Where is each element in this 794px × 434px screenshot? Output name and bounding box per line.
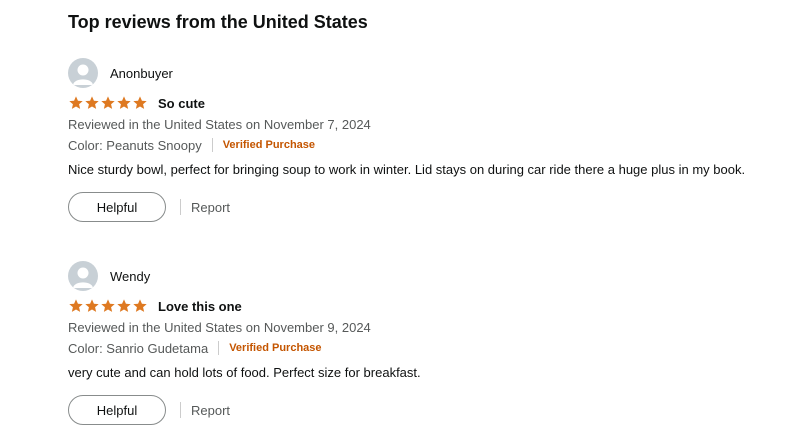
review-body: Nice sturdy bowl, perfect for bringing s…	[68, 162, 746, 177]
star-icon	[69, 299, 83, 312]
review-body: very cute and can hold lots of food. Per…	[68, 365, 421, 380]
verified-purchase-badge: Verified Purchase	[229, 342, 322, 354]
helpful-button[interactable]: Helpful	[68, 395, 166, 425]
star-rating[interactable]	[68, 298, 148, 314]
review-card: Wendy Love this one Reviewed in the Unit…	[68, 261, 768, 425]
reviewer-profile[interactable]: Anonbuyer	[68, 58, 768, 88]
actions-divider	[180, 199, 181, 215]
star-icon	[117, 96, 131, 109]
meta-divider	[211, 138, 213, 152]
product-variant[interactable]: Color: Peanuts Snoopy	[68, 138, 202, 153]
star-icon	[101, 299, 115, 312]
star-icon	[101, 96, 115, 109]
verified-purchase-badge: Verified Purchase	[222, 139, 316, 151]
star-icon	[85, 299, 99, 312]
section-title: Top reviews from the United States	[68, 12, 368, 32]
actions-divider	[180, 402, 181, 418]
reviewer-profile[interactable]: Wendy	[68, 261, 768, 291]
avatar-icon	[68, 58, 98, 88]
star-icon	[85, 96, 99, 109]
review-card: Anonbuyer So cute Reviewed in the United…	[68, 58, 768, 222]
review-date: Reviewed in the United States on Novembe…	[68, 117, 371, 132]
meta-divider	[218, 341, 220, 355]
star-icon	[117, 299, 131, 312]
review-title[interactable]: Love this one	[158, 299, 242, 314]
product-variant[interactable]: Color: Sanrio Gudetama	[68, 341, 208, 356]
report-link[interactable]: Report	[191, 200, 230, 215]
review-date: Reviewed in the United States on Novembe…	[68, 320, 371, 335]
reviewer-name[interactable]: Anonbuyer	[110, 66, 173, 81]
review-title[interactable]: So cute	[158, 96, 205, 111]
star-icon	[69, 96, 83, 109]
star-icon	[133, 96, 147, 109]
avatar-icon	[68, 261, 98, 291]
star-rating[interactable]	[68, 95, 148, 111]
report-link[interactable]: Report	[191, 403, 230, 418]
star-icon	[133, 299, 147, 312]
helpful-button[interactable]: Helpful	[68, 192, 166, 222]
reviewer-name[interactable]: Wendy	[110, 269, 150, 284]
